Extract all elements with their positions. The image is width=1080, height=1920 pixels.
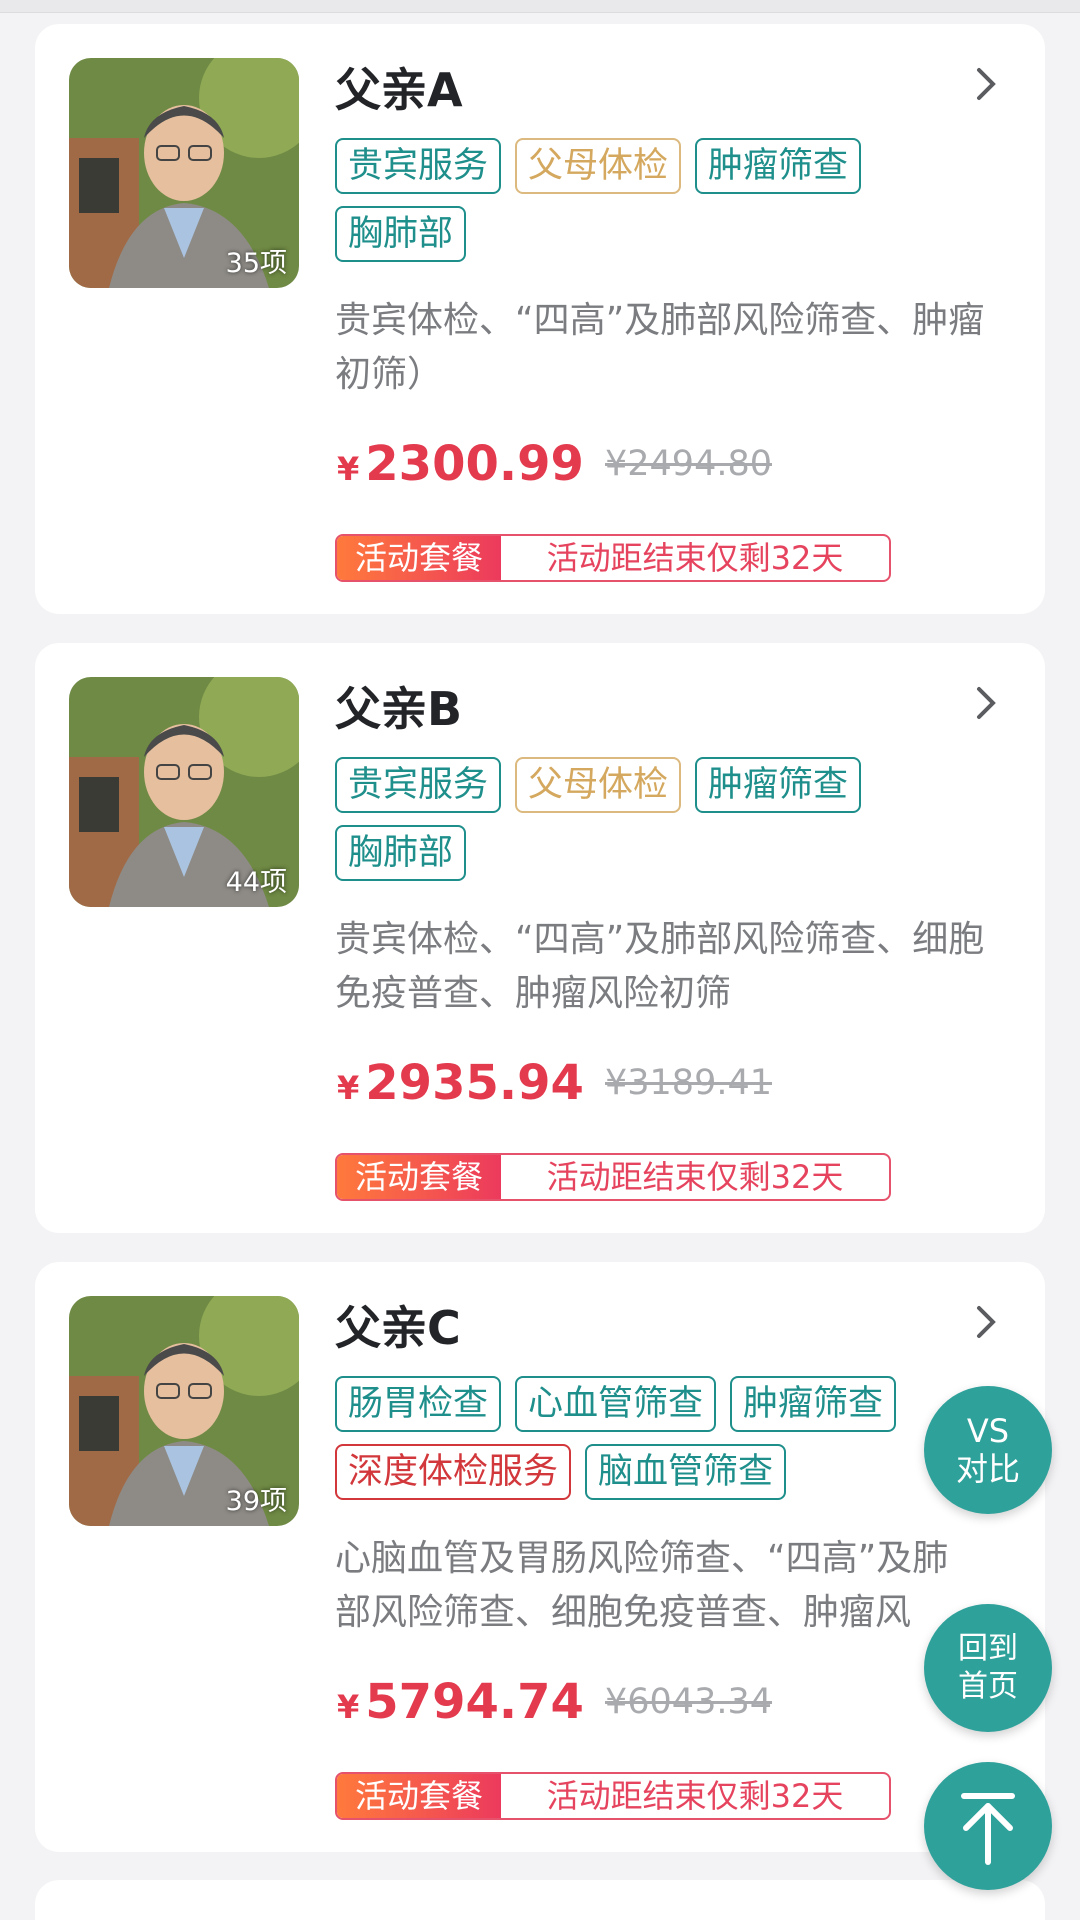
tag: 贵宾服务 xyxy=(335,138,502,194)
promo-badge: 活动套餐 活动距结束仅剩32天 xyxy=(335,1772,891,1820)
back-to-home-button[interactable]: 回到 首页 xyxy=(924,1604,1052,1732)
original-price: ¥2494.80 xyxy=(605,444,773,484)
package-description: 贵宾体检、“四高”及肺部风险筛查、细胞免疫普查、肿瘤风险初筛 xyxy=(335,919,985,1014)
package-title: 父亲C xyxy=(335,1301,461,1355)
tag-list: 贵宾服务 父母体检 肿瘤筛查 胸肺部 xyxy=(335,138,955,262)
currency-symbol: ¥ xyxy=(337,1688,360,1726)
current-price: ¥2300.99 xyxy=(337,436,584,492)
promo-label: 活动套餐 xyxy=(337,536,501,580)
tag: 肠胃检查 xyxy=(335,1376,502,1432)
tag: 肿瘤筛查 xyxy=(730,1376,897,1432)
tag: 胸肺部 xyxy=(335,825,467,881)
price-value: 5794.74 xyxy=(365,1674,584,1730)
currency-symbol: ¥ xyxy=(337,1069,360,1107)
price-value: 2300.99 xyxy=(365,436,584,492)
original-price: ¥6043.34 xyxy=(605,1682,773,1722)
promo-countdown: 活动距结束仅剩32天 xyxy=(546,1158,844,1196)
tag: 脑血管筛查 xyxy=(585,1444,787,1500)
tag: 心血管筛查 xyxy=(515,1376,717,1432)
package-thumbnail: 44项 xyxy=(69,677,299,907)
promo-label: 活动套餐 xyxy=(337,1155,501,1199)
package-card[interactable]: 39项 父亲C 肠胃检查 心血管筛查 肿瘤筛查 深度体检服务 脑血管筛查 心脑血… xyxy=(35,1262,1045,1852)
tag-list: 贵宾服务 父母体检 肿瘤筛查 胸肺部 xyxy=(335,757,955,881)
package-thumbnail: 35项 xyxy=(69,58,299,288)
next-card-edge xyxy=(35,1880,1045,1920)
currency-symbol: ¥ xyxy=(337,450,360,488)
scroll-to-top-button[interactable] xyxy=(924,1762,1052,1890)
promo-countdown: 活动距结束仅剩32天 xyxy=(546,539,844,577)
package-description: 贵宾体检、“四高”及肺部风险筛查、肿瘤初筛） xyxy=(335,300,985,395)
tag: 肿瘤筛查 xyxy=(695,138,862,194)
compare-label-line1: VS xyxy=(966,1412,1010,1450)
home-label-line1: 回到 xyxy=(958,1631,1018,1666)
current-price: ¥5794.74 xyxy=(337,1674,584,1730)
chevron-right-icon[interactable] xyxy=(971,683,1001,723)
package-title: 父亲A xyxy=(335,63,463,117)
tag-list: 肠胃检查 心血管筛查 肿瘤筛查 深度体检服务 脑血管筛查 xyxy=(335,1376,955,1500)
tag: 胸肺部 xyxy=(335,206,467,262)
promo-badge: 活动套餐 活动距结束仅剩32天 xyxy=(335,1153,891,1201)
package-thumbnail: 39项 xyxy=(69,1296,299,1526)
item-count: 44项 xyxy=(225,867,287,898)
price-value: 2935.94 xyxy=(365,1055,584,1111)
item-count: 39项 xyxy=(225,1486,287,1517)
original-price: ¥3189.41 xyxy=(605,1063,773,1103)
package-description: 心脑血管及胃肠风险筛查、“四高”及肺部风险筛查、细胞免疫普查、肿瘤风 xyxy=(335,1538,949,1633)
tag: 深度体检服务 xyxy=(335,1444,572,1500)
compare-button[interactable]: VS 对比 xyxy=(924,1386,1052,1514)
current-price: ¥2935.94 xyxy=(337,1055,584,1111)
item-count: 35项 xyxy=(225,248,287,279)
tag: 贵宾服务 xyxy=(335,757,502,813)
arrow-up-to-top-icon xyxy=(961,1793,1015,1865)
compare-label-line2: 对比 xyxy=(955,1450,1020,1488)
tag: 父母体检 xyxy=(515,138,682,194)
package-title: 父亲B xyxy=(335,682,463,736)
tag: 父母体检 xyxy=(515,757,682,813)
chevron-right-icon[interactable] xyxy=(971,1302,1001,1342)
chevron-right-icon[interactable] xyxy=(971,64,1001,104)
tag: 肿瘤筛查 xyxy=(695,757,862,813)
promo-countdown: 活动距结束仅剩32天 xyxy=(546,1777,844,1815)
top-divider xyxy=(0,0,1080,13)
home-label-line2: 首页 xyxy=(958,1669,1018,1704)
promo-label: 活动套餐 xyxy=(337,1774,501,1818)
promo-badge: 活动套餐 活动距结束仅剩32天 xyxy=(335,534,891,582)
package-card[interactable]: 35项 父亲A 贵宾服务 父母体检 肿瘤筛查 胸肺部 贵宾体检、“四高”及肺部风… xyxy=(35,24,1045,614)
package-card[interactable]: 44项 父亲B 贵宾服务 父母体检 肿瘤筛查 胸肺部 贵宾体检、“四高”及肺部风… xyxy=(35,643,1045,1233)
